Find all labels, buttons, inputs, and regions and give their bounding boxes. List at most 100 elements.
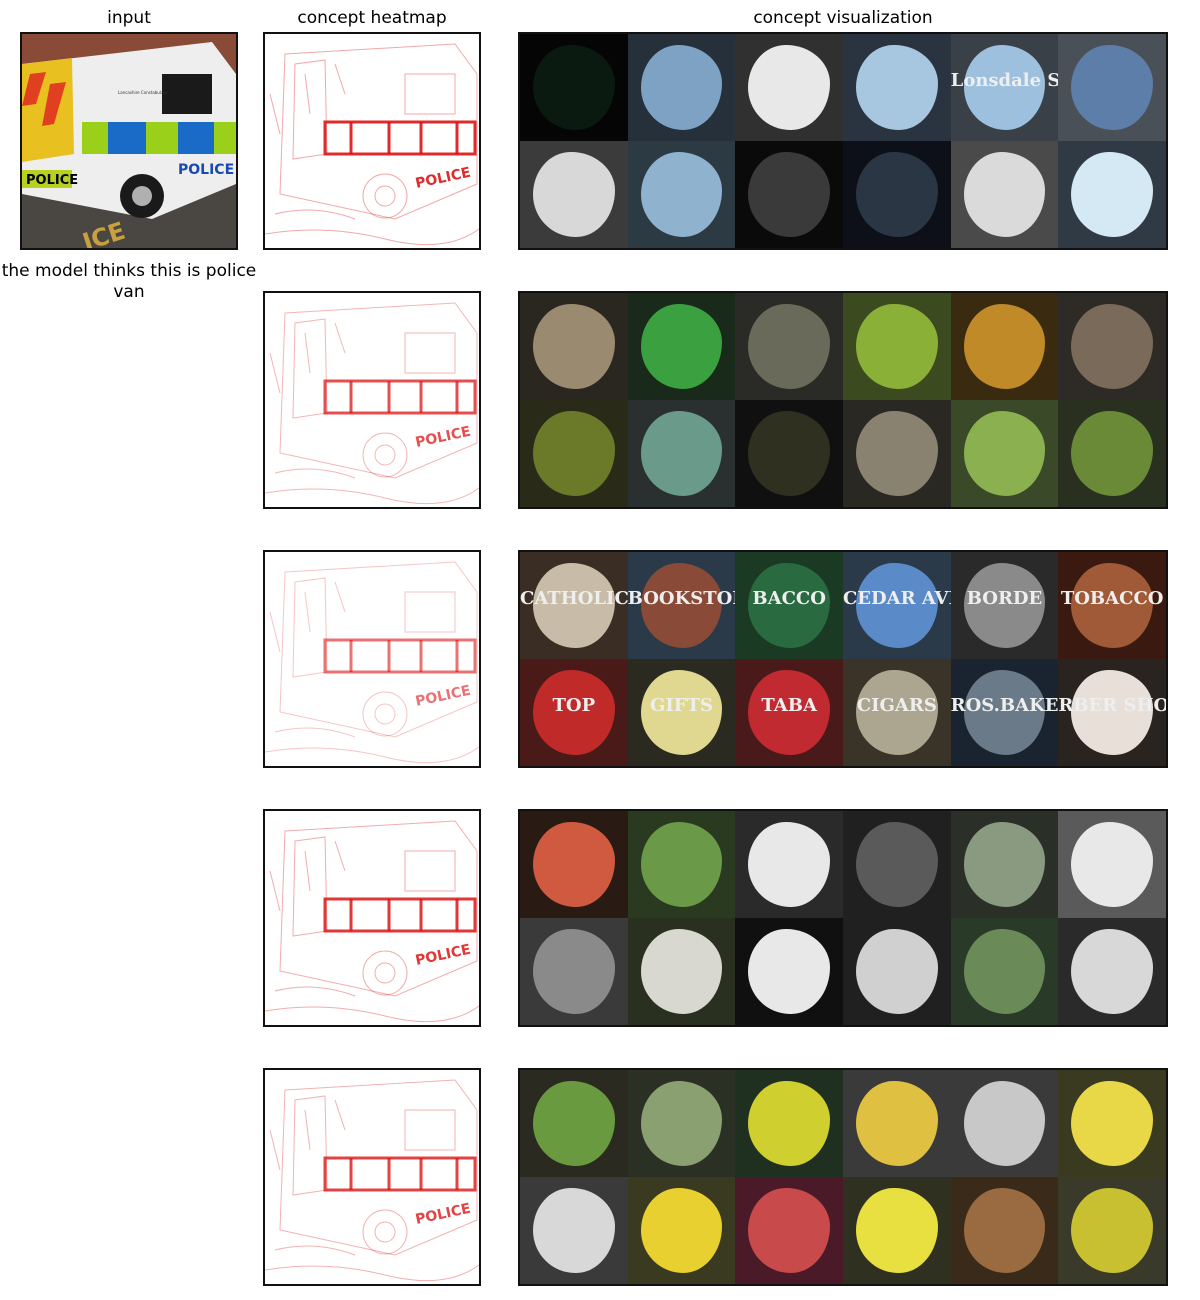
concept-tile: BORDE bbox=[950, 552, 1059, 659]
input-side-text: POLICE bbox=[178, 162, 234, 178]
tile-text: CATHOLIC bbox=[520, 588, 628, 610]
input-badge-text: Lancashire Constabulary bbox=[118, 90, 168, 95]
concept-region bbox=[532, 1187, 615, 1274]
concept-region bbox=[1071, 928, 1154, 1015]
concept-region bbox=[748, 44, 831, 131]
concept-tile bbox=[950, 1070, 1059, 1177]
tile-text: BACCO bbox=[752, 588, 826, 610]
concept-tile bbox=[627, 34, 736, 141]
concept-tile bbox=[520, 141, 628, 248]
concept-region bbox=[532, 410, 615, 497]
concept-region bbox=[640, 1187, 723, 1274]
tile-text: TOBACCO bbox=[1060, 588, 1164, 610]
concept-tile: ROS.BAKERY bbox=[950, 659, 1059, 766]
concept-tile bbox=[1058, 811, 1166, 918]
concept-region bbox=[532, 303, 615, 390]
tile-text: RBER SHOP bbox=[1058, 695, 1166, 717]
concept-region bbox=[963, 821, 1046, 908]
concept-tile bbox=[842, 811, 951, 918]
tile-text: BORDE bbox=[966, 588, 1043, 610]
concept-heatmap-2: POLICE bbox=[263, 291, 481, 509]
concept-region bbox=[963, 151, 1046, 238]
concept-tile: BACCO bbox=[735, 552, 843, 659]
concept-tile bbox=[520, 811, 628, 918]
concept-tile bbox=[735, 811, 843, 918]
input-column-title: input bbox=[107, 8, 151, 28]
concept-region bbox=[748, 410, 831, 497]
concept-visualization-grid-4 bbox=[518, 809, 1168, 1027]
concept-region bbox=[748, 821, 831, 908]
tile-text: BOOKSTORE bbox=[627, 588, 736, 610]
concept-heatmap-5: POLICE bbox=[263, 1068, 481, 1286]
concept-tile bbox=[950, 918, 1059, 1025]
concept-tile bbox=[950, 400, 1059, 507]
concept-region bbox=[1071, 1080, 1154, 1167]
concept-tile bbox=[735, 918, 843, 1025]
concept-region bbox=[748, 151, 831, 238]
concept-tile bbox=[520, 34, 628, 141]
concept-region bbox=[532, 44, 615, 131]
concept-heatmap-3: POLICE bbox=[263, 550, 481, 768]
concept-region bbox=[963, 1080, 1046, 1167]
input-rear-text: POLICE bbox=[26, 173, 78, 188]
concept-region bbox=[640, 44, 723, 131]
concept-heatmap-1: POLICE bbox=[263, 32, 481, 250]
concept-tile: TABA bbox=[735, 659, 843, 766]
concept-region bbox=[532, 151, 615, 238]
concept-tile bbox=[520, 400, 628, 507]
concept-visualization-grid-2 bbox=[518, 291, 1168, 509]
concept-region bbox=[1071, 151, 1154, 238]
concept-tile bbox=[735, 141, 843, 248]
concept-tile bbox=[842, 1070, 951, 1177]
concept-tile bbox=[950, 811, 1059, 918]
concept-region bbox=[963, 303, 1046, 390]
concept-region bbox=[640, 1080, 723, 1167]
concept-region bbox=[1071, 303, 1154, 390]
concept-tile bbox=[520, 918, 628, 1025]
concept-tile bbox=[627, 1177, 736, 1284]
concept-heatmap-4: POLICE bbox=[263, 809, 481, 1027]
concept-region bbox=[748, 303, 831, 390]
concept-region bbox=[855, 303, 938, 390]
concept-region bbox=[748, 1187, 831, 1274]
concept-tile: CATHOLIC bbox=[520, 552, 628, 659]
concept-region bbox=[640, 303, 723, 390]
concept-tile bbox=[842, 141, 951, 248]
concept-tile bbox=[950, 1177, 1059, 1284]
concept-tile bbox=[627, 400, 736, 507]
tile-text: Lonsdale St bbox=[950, 70, 1059, 92]
concept-region bbox=[855, 410, 938, 497]
concept-region bbox=[532, 1080, 615, 1167]
concept-tile bbox=[1058, 1177, 1166, 1284]
concept-tile bbox=[735, 34, 843, 141]
concept-tile: TOBACCO bbox=[1058, 552, 1166, 659]
concept-tile bbox=[627, 141, 736, 248]
visualization-column-title: concept visualization bbox=[753, 8, 933, 28]
concept-tile: CEDAR AVE bbox=[842, 552, 951, 659]
input-image: POLICE POLICE Lancashire Constabulary IC… bbox=[20, 32, 238, 250]
concept-region bbox=[640, 151, 723, 238]
concept-tile bbox=[520, 1070, 628, 1177]
concept-tile bbox=[950, 141, 1059, 248]
concept-tile: GIFTS bbox=[627, 659, 736, 766]
concept-tile bbox=[1058, 400, 1166, 507]
concept-tile bbox=[520, 1177, 628, 1284]
concept-region bbox=[532, 928, 615, 1015]
concept-region bbox=[1071, 44, 1154, 131]
concept-region bbox=[855, 928, 938, 1015]
concept-tile bbox=[1058, 918, 1166, 1025]
concept-tile bbox=[842, 34, 951, 141]
concept-tile bbox=[627, 918, 736, 1025]
concept-tile bbox=[950, 293, 1059, 400]
concept-region bbox=[855, 1187, 938, 1274]
prediction-caption: the model thinks this is police van bbox=[1, 261, 257, 302]
concept-region bbox=[1071, 1187, 1154, 1274]
tile-text: GIFTS bbox=[650, 695, 713, 717]
concept-region bbox=[748, 928, 831, 1015]
concept-tile bbox=[842, 400, 951, 507]
concept-tile bbox=[735, 400, 843, 507]
concept-tile: TOP bbox=[520, 659, 628, 766]
concept-tile bbox=[735, 293, 843, 400]
concept-region bbox=[532, 821, 615, 908]
concept-region bbox=[640, 821, 723, 908]
